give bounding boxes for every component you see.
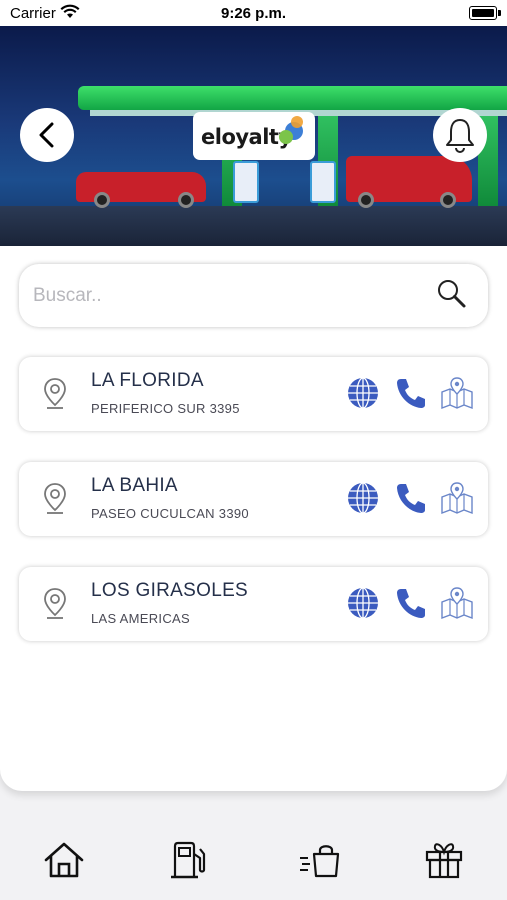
search-bar <box>19 264 488 327</box>
website-icon[interactable] <box>346 376 380 410</box>
clock: 9:26 p.m. <box>220 5 287 22</box>
shopping-bag-icon <box>300 845 340 878</box>
phone-icon[interactable] <box>395 586 427 620</box>
station-card[interactable]: LA FLORIDA PERIFERICO SUR 3395 <box>19 357 488 431</box>
station-name: LA BAHIA <box>91 475 178 496</box>
station-card[interactable]: LOS GIRASOLES LAS AMERICAS <box>19 567 488 641</box>
station-canopy <box>78 86 507 110</box>
chevron-left-icon <box>39 122 54 148</box>
station-card[interactable]: LA BAHIA PASEO CUCULCAN 3390 <box>19 462 488 536</box>
location-pin-icon <box>44 588 66 619</box>
website-icon[interactable] <box>346 481 380 515</box>
gift-icon <box>425 843 463 879</box>
map-icon[interactable] <box>440 376 474 410</box>
fuel-pump-graphic <box>233 161 259 203</box>
station-name: LOS GIRASOLES <box>91 580 249 601</box>
phone-icon[interactable] <box>395 481 427 515</box>
location-pin-icon <box>44 483 66 514</box>
home-icon <box>44 842 84 878</box>
notifications-button[interactable] <box>433 108 487 162</box>
website-icon[interactable] <box>346 586 380 620</box>
station-address: LAS AMERICAS <box>91 611 190 626</box>
battery-icon <box>469 6 497 20</box>
station-name: LA FLORIDA <box>91 370 204 391</box>
tab-fuel[interactable] <box>160 830 220 890</box>
location-pin-icon <box>44 378 66 409</box>
fuel-pump-graphic <box>310 161 336 203</box>
status-bar: Carrier 9:26 p.m. <box>0 0 507 26</box>
bell-icon <box>446 119 474 153</box>
search-input[interactable] <box>33 282 413 310</box>
station-address: PASEO CUCULCAN 3390 <box>91 506 249 521</box>
station-address: PERIFERICO SUR 3395 <box>91 401 240 416</box>
tab-home[interactable] <box>34 830 94 890</box>
fuel-pump-icon <box>171 841 206 879</box>
hero-banner: eloyalty <box>0 26 507 246</box>
search-icon[interactable] <box>436 278 468 310</box>
tab-rewards[interactable] <box>414 830 474 890</box>
map-icon[interactable] <box>440 586 474 620</box>
phone-icon[interactable] <box>395 376 427 410</box>
map-icon[interactable] <box>440 481 474 515</box>
back-button[interactable] <box>20 108 74 162</box>
bottom-tab-bar <box>0 830 507 890</box>
brand-logo: eloyalty <box>193 112 315 160</box>
tab-shop[interactable] <box>290 830 350 890</box>
